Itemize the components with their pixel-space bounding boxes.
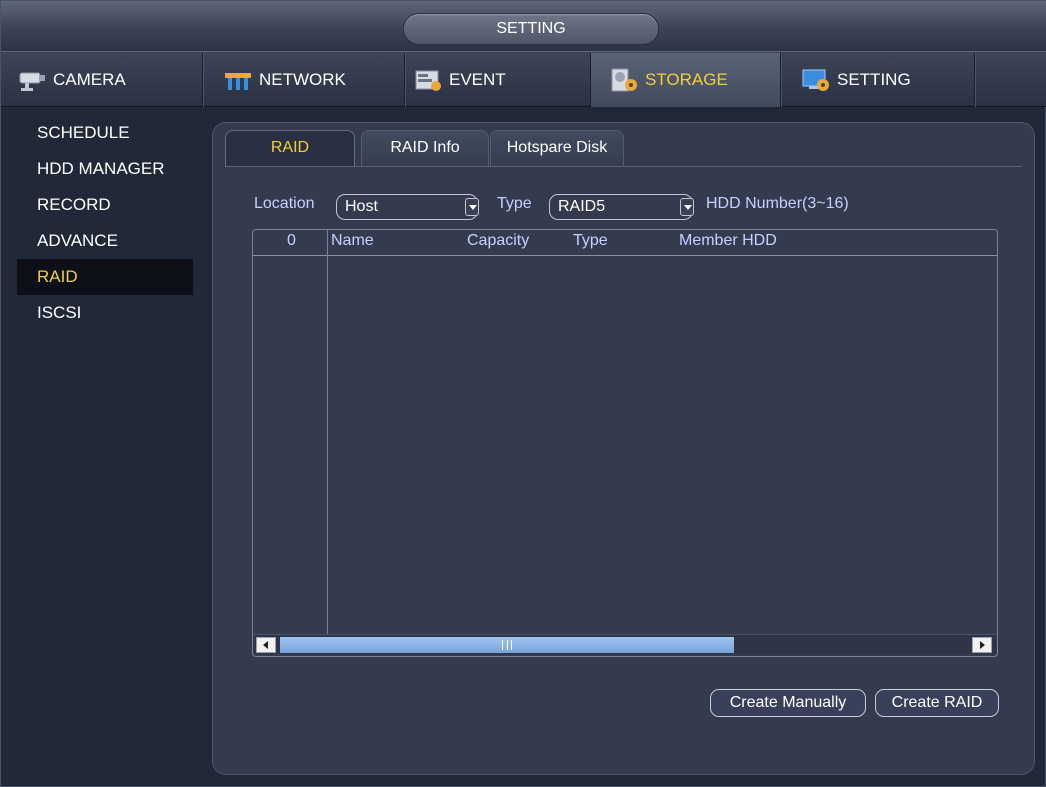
settings-window: SETTING CAMERA NETWORK EVENT STORAGE SET… [0,0,1046,787]
setting-icon [801,67,831,93]
location-select-value: Host [345,198,378,215]
column-header-index: 0 [287,232,296,249]
create-manually-button[interactable]: Create Manually [710,689,866,717]
grip-icon [502,640,512,650]
column-header-type: Type [573,232,608,249]
scroll-right-icon[interactable] [972,637,992,653]
location-label: Location [254,195,315,212]
raid-table: 0 Name Capacity Type Member HDD [252,229,998,657]
event-icon [413,67,443,93]
create-raid-button[interactable]: Create RAID [875,689,999,717]
sidebar-item-hdd-manager[interactable]: HDD MANAGER [17,151,193,187]
chevron-down-icon [465,198,479,216]
sidebar-item-advance[interactable]: ADVANCE [17,223,193,259]
subtab-divider [225,166,1022,167]
tab-setting-label: SETTING [837,70,911,89]
horizontal-scrollbar[interactable] [254,634,996,654]
network-icon [223,67,253,93]
tab-event[interactable]: EVENT [413,53,591,107]
sidebar-item-iscsi[interactable]: ISCSI [17,295,193,331]
column-header-capacity: Capacity [467,232,530,249]
window-title: SETTING [403,13,659,45]
main-tab-bar: CAMERA NETWORK EVENT STORAGE SETTING [1,51,1046,107]
type-select[interactable]: RAID5 [549,194,694,220]
tab-setting[interactable]: SETTING [787,53,975,107]
tab-event-label: EVENT [449,70,506,89]
title-bar: SETTING [1,1,1046,51]
sidebar-item-record[interactable]: RECORD [17,187,193,223]
column-header-name: Name [331,232,374,249]
column-header-member-hdd: Member HDD [679,232,777,249]
table-header: 0 Name Capacity Type Member HDD [253,230,997,256]
hdd-number-label: HDD Number(3~16) [706,195,849,212]
sidebar: SCHEDULE HDD MANAGER RECORD ADVANCE RAID… [17,115,193,331]
sidebar-item-schedule[interactable]: SCHEDULE [17,115,193,151]
tab-storage-label: STORAGE [645,70,728,89]
sidebar-item-raid[interactable]: RAID [17,259,193,295]
column-divider [327,230,328,634]
type-label: Type [497,195,532,212]
subtab-raid[interactable]: RAID [225,130,355,166]
tab-camera-label: CAMERA [53,70,126,89]
scrollbar-thumb[interactable] [280,637,734,653]
location-select[interactable]: Host [336,194,479,220]
storage-icon [609,67,639,93]
camera-icon [17,67,47,93]
tab-network[interactable]: NETWORK [223,53,405,107]
tab-camera[interactable]: CAMERA [17,53,203,107]
chevron-down-icon [680,198,694,216]
tab-network-label: NETWORK [259,70,346,89]
subtab-hotspare-disk[interactable]: Hotspare Disk [490,130,624,166]
scroll-left-icon[interactable] [256,637,276,653]
tab-storage[interactable]: STORAGE [591,53,781,107]
type-select-value: RAID5 [558,198,606,215]
subtab-raid-info[interactable]: RAID Info [361,130,489,166]
